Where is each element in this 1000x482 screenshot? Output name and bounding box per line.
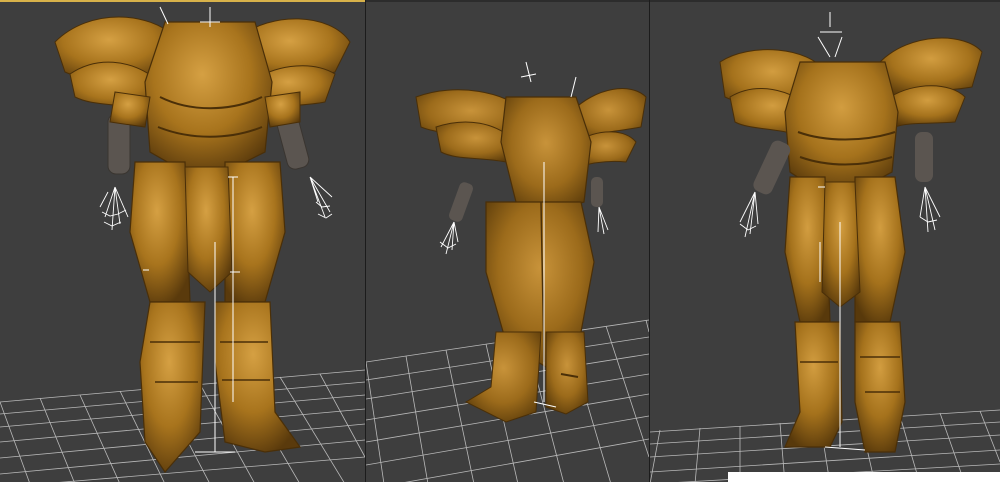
hand-rig-left[interactable]: [739, 191, 759, 238]
viewport-left[interactable]: [0, 0, 365, 482]
armor-model[interactable]: [54, 16, 351, 473]
hand-rig-left[interactable]: [99, 186, 129, 231]
viewport-layout: [0, 0, 1000, 482]
hand-rig-right[interactable]: [597, 206, 609, 235]
viewport-right[interactable]: [650, 0, 1000, 482]
hand-rig-right[interactable]: [309, 176, 333, 219]
armor-model[interactable]: [719, 37, 983, 453]
hand-rig-right[interactable]: [919, 186, 941, 233]
hand-rig-left[interactable]: [439, 221, 459, 255]
viewport-middle-canvas: [366, 61, 649, 482]
bottom-blank-area: [728, 472, 1000, 482]
viewport-middle[interactable]: [366, 0, 649, 482]
viewport-right-canvas: [650, 12, 1000, 482]
viewport-left-canvas: [0, 6, 365, 482]
